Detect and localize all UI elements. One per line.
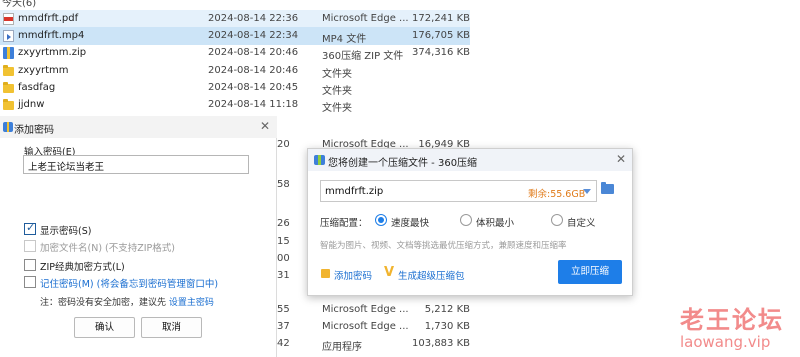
close-icon[interactable]: ✕	[258, 119, 272, 133]
compress-now-button[interactable]: 立即压缩	[558, 260, 622, 284]
partial-date-fragment: 55	[277, 304, 290, 315]
partial-date-fragment: 31	[277, 270, 290, 281]
zip-icon	[3, 47, 14, 59]
partial-date-fragment: 58	[277, 179, 290, 190]
partial-date-fragment: 20	[277, 139, 290, 150]
password-input[interactable]: 上老王论坛当老王	[23, 155, 249, 174]
chevron-down-icon[interactable]	[583, 189, 591, 194]
free-space-label: 剩余:55.6GB	[528, 189, 586, 200]
partial-file-size: 5,212 KB	[424, 304, 470, 315]
file-row[interactable]: jjdnw 2024-08-14 11:18 文件夹	[0, 96, 470, 114]
file-type: 文件夹	[322, 86, 352, 97]
security-note-text: 注：密码没有安全加密，建议先	[40, 298, 169, 308]
file-row[interactable]: zxyyrtmm.zip 2024-08-14 20:46 360压缩 ZIP …	[0, 44, 470, 62]
super-pack-icon: V	[384, 265, 395, 280]
radio-smallest-label[interactable]: 体积最小	[476, 215, 514, 229]
dialog-title: 添加密码	[14, 125, 54, 136]
partial-date-fragment: 15	[277, 236, 290, 247]
radio-fastest-label[interactable]: 速度最快	[391, 215, 429, 229]
encrypt-filenames-label: 加密文件名(N) (不支持ZIP格式)	[40, 243, 175, 254]
file-name: zxyyrtmm	[18, 65, 69, 76]
file-type: 文件夹	[322, 103, 352, 114]
smart-compress-hint: 智能为图片、视频、文档等挑选最优压缩方式，兼顾速度和压缩率	[320, 241, 567, 251]
file-row[interactable]: mmdfrft.pdf 2024-08-14 22:36 Microsoft E…	[0, 10, 470, 28]
mp4-icon	[3, 30, 14, 42]
dialog-titlebar[interactable]: 添加密码 ✕	[0, 116, 277, 138]
compress-config-label: 压缩配置：	[320, 218, 368, 229]
folder-icon	[3, 99, 14, 110]
add-password-link[interactable]: 添加密码	[334, 268, 372, 282]
file-name: mmdfrft.mp4	[18, 30, 85, 41]
file-row[interactable]: zxyyrtmm 2024-08-14 20:46 文件夹	[0, 62, 470, 80]
radio-smallest[interactable]	[460, 214, 472, 226]
file-size: 176,705 KB	[412, 30, 470, 41]
partial-date-fragment: 26	[277, 218, 290, 229]
pdf-icon	[3, 13, 14, 25]
browse-folder-icon[interactable]	[601, 182, 614, 194]
radio-custom[interactable]	[551, 214, 563, 226]
show-password-label[interactable]: 显示密码(S)	[40, 223, 91, 237]
file-date: 2024-08-14 11:18	[208, 99, 299, 110]
file-date: 2024-08-14 20:46	[208, 47, 299, 58]
archive-filename: mmdfrft.zip	[325, 186, 384, 197]
folder-icon	[3, 82, 14, 93]
file-type: 文件夹	[322, 69, 352, 80]
super-pack-link[interactable]: 生成超级压缩包	[398, 268, 465, 282]
folder-icon	[3, 65, 14, 76]
file-name: jjdnw	[18, 99, 45, 110]
dialog-title: 您将创建一个压缩文件 - 360压缩	[328, 158, 478, 169]
file-name: mmdfrft.pdf	[18, 13, 79, 24]
remember-password-checkbox[interactable]	[24, 276, 36, 288]
radio-custom-label[interactable]: 自定义	[567, 215, 596, 229]
dialog-titlebar[interactable]: 您将创建一个压缩文件 - 360压缩 ✕	[308, 149, 632, 171]
zip-classic-checkbox[interactable]	[24, 259, 36, 271]
watermark-logo-text: 老王论坛	[680, 306, 784, 334]
360zip-icon	[314, 155, 325, 165]
partial-date-fragment: 42	[277, 338, 290, 349]
file-name: zxyyrtmm.zip	[18, 47, 87, 58]
partial-date-fragment: 37	[277, 321, 290, 332]
file-name: fasdfag	[18, 82, 56, 93]
archive-path-field[interactable]: mmdfrft.zip 剩余:55.6GB	[320, 180, 597, 202]
partial-file-size: 1,730 KB	[424, 321, 470, 332]
security-note: 注：密码没有安全加密，建议先 设置主密码	[40, 295, 214, 308]
file-date: 2024-08-14 20:45	[208, 82, 299, 93]
partial-date-fragment: 00	[277, 253, 290, 264]
partial-file-type: 应用程序	[322, 342, 362, 353]
file-type: MP4 文件	[322, 34, 367, 45]
lock-icon	[321, 269, 330, 278]
watermark-url: laowang.vip	[680, 333, 771, 351]
cancel-button[interactable]: 取消	[141, 317, 202, 338]
file-row[interactable]: fasdfag 2024-08-14 20:45 文件夹	[0, 79, 470, 97]
zip-classic-label[interactable]: ZIP经典加密方式(L)	[40, 259, 125, 273]
group-header-today[interactable]: 今天(6)	[2, 0, 36, 9]
radio-fastest[interactable]	[375, 214, 387, 226]
show-password-checkbox[interactable]	[24, 221, 36, 235]
file-date: 2024-08-14 22:34	[208, 30, 299, 41]
app-icon	[3, 122, 13, 132]
add-password-dialog: 添加密码 ✕ 输入密码(E) 上老王论坛当老王 显示密码(S) 加密文件名(N)…	[0, 116, 277, 357]
set-master-password-link[interactable]: 设置主密码	[169, 298, 214, 308]
file-date: 2024-08-14 20:46	[208, 65, 299, 76]
file-size: 374,316 KB	[412, 47, 470, 58]
file-row-selected[interactable]: mmdfrft.mp4 2024-08-14 22:34 MP4 文件 176,…	[0, 27, 470, 45]
close-icon[interactable]: ✕	[614, 152, 628, 166]
file-size: 172,241 KB	[412, 13, 470, 24]
partial-file-size: 103,883 KB	[412, 338, 470, 349]
ok-button[interactable]: 确认	[74, 317, 135, 338]
remember-password-label[interactable]: 记住密码(M) (将会备忘到密码管理窗口中)	[40, 276, 218, 290]
file-date: 2024-08-14 22:36	[208, 13, 299, 24]
encrypt-filenames-checkbox	[24, 240, 36, 252]
create-archive-dialog: 您将创建一个压缩文件 - 360压缩 ✕ mmdfrft.zip 剩余:55.6…	[307, 148, 633, 296]
